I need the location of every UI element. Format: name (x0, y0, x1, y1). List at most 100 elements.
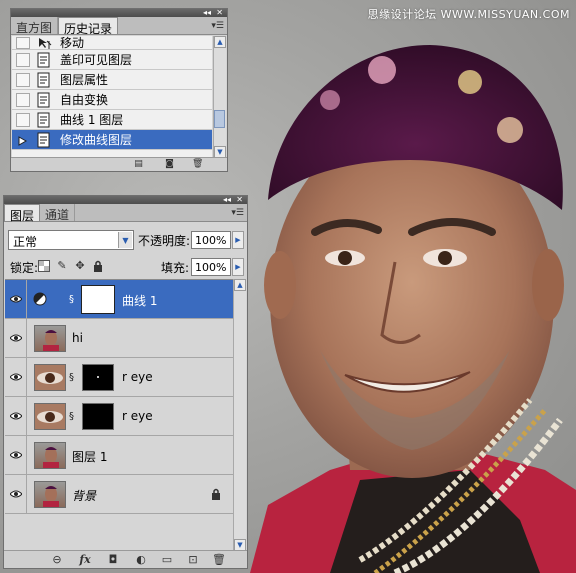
eye-icon (10, 373, 22, 381)
visibility-toggle[interactable] (5, 319, 27, 358)
layer-name[interactable]: r eye (122, 370, 153, 384)
layer-name[interactable]: hi (72, 331, 83, 345)
layer-mask-thumbnail[interactable] (82, 286, 114, 313)
document-icon (36, 132, 52, 148)
trash-icon[interactable]: 🗑 (192, 160, 203, 169)
layer-row-curves[interactable]: § 曲线 1 (5, 280, 233, 319)
lock-image-pixels-icon[interactable]: ✎ (56, 260, 68, 272)
history-list: 移动 盖印可见图层 图层属性 自由变换 曲线 1 图层 修改曲线图层 (12, 36, 212, 158)
layers-tabs: 图层 通道 ▾☰ (4, 204, 247, 223)
layer-mask-thumbnail[interactable] (82, 364, 114, 391)
opacity-arrow-icon[interactable]: ▶ (232, 231, 244, 249)
scroll-up-icon[interactable]: ▲ (234, 279, 246, 291)
collapse-icon[interactable]: ◂◂ (223, 195, 231, 204)
layers-footer: ⊖ fx ◘ ◐ ▭ ⊡ 🗑 (4, 550, 247, 568)
layer-thumbnail[interactable] (34, 325, 66, 352)
snapshot-checkbox[interactable] (16, 92, 30, 107)
snapshot-checkbox[interactable] (16, 72, 30, 87)
snapshot-checkbox[interactable] (16, 112, 30, 127)
trash-icon[interactable]: 🗑 (212, 554, 226, 566)
visibility-toggle[interactable] (5, 436, 27, 475)
scroll-up-icon[interactable]: ▲ (214, 36, 226, 48)
layer-row-r-eye[interactable]: § r eye (5, 397, 233, 436)
history-item-selected[interactable]: 修改曲线图层 (12, 130, 212, 150)
blend-controls: 正常 ▼ 不透明度: 100% ▶ (8, 230, 244, 250)
new-snapshot-icon[interactable]: ◙ (164, 160, 175, 169)
tab-history[interactable]: 历史记录 (58, 17, 119, 36)
layer-thumbnail[interactable] (34, 364, 66, 391)
layer-row-layer-1[interactable]: 图层 1 (5, 436, 233, 475)
visibility-toggle[interactable] (5, 475, 27, 514)
add-mask-icon[interactable]: ◘ (106, 554, 120, 566)
opacity-field[interactable]: 100% (191, 231, 231, 249)
link-icon[interactable]: § (69, 411, 75, 423)
layer-name[interactable]: 图层 1 (72, 448, 107, 465)
new-layer-icon[interactable]: ⊡ (186, 554, 200, 566)
history-item[interactable]: 曲线 1 图层 (12, 110, 212, 130)
blend-mode-select[interactable]: 正常 ▼ (8, 230, 134, 250)
scroll-thumb[interactable] (214, 110, 225, 128)
tab-layers[interactable]: 图层 (4, 204, 41, 223)
curves-adjustment-icon[interactable] (33, 292, 47, 306)
lock-position-icon[interactable]: ✥ (74, 260, 86, 272)
tab-histogram[interactable]: 直方图 (11, 17, 59, 35)
fill-arrow-icon[interactable]: ▶ (232, 258, 244, 276)
collapse-icon[interactable]: ◂◂ (203, 8, 211, 17)
snapshot-checkbox[interactable] (16, 52, 30, 67)
visibility-toggle[interactable] (5, 397, 27, 436)
eye-icon (10, 451, 22, 459)
fill-field[interactable]: 100% (191, 258, 231, 276)
close-icon[interactable]: ✕ (216, 8, 223, 17)
layer-thumbnail[interactable] (34, 442, 66, 469)
lock-transparent-pixels-icon[interactable] (38, 260, 50, 272)
history-item-label: 修改曲线图层 (60, 133, 133, 147)
layer-name[interactable]: 曲线 1 (122, 292, 157, 309)
layer-row-background[interactable]: 背景 (5, 475, 233, 514)
new-adjustment-layer-icon[interactable]: ◐ (134, 554, 148, 566)
history-item[interactable]: 自由变换 (12, 90, 212, 110)
eye-icon (10, 412, 22, 420)
eye-icon (10, 295, 22, 303)
lock-icon (212, 488, 220, 500)
history-item[interactable]: 图层属性 (12, 70, 212, 90)
snapshot-checkbox[interactable] (16, 36, 30, 49)
history-item-label: 移动 (60, 36, 85, 50)
link-icon[interactable]: § (69, 372, 75, 384)
layers-panel: ◂◂ ✕ 图层 通道 ▾☰ 正常 ▼ 不透明度: 100% ▶ 锁定: ✎ ✥ … (3, 195, 248, 569)
layer-thumbnail[interactable] (34, 403, 66, 430)
layers-scrollbar[interactable]: ▲ ▼ (233, 279, 246, 551)
close-icon[interactable]: ✕ (236, 195, 243, 204)
visibility-toggle[interactable] (5, 280, 27, 319)
tab-channels[interactable]: 通道 (40, 204, 76, 222)
history-item-label: 盖印可见图层 (60, 53, 133, 67)
layer-mask-thumbnail[interactable] (82, 403, 114, 430)
history-tabs: 直方图 历史记录 ▾☰ (11, 17, 227, 36)
lock-all-icon[interactable] (92, 260, 104, 272)
history-item[interactable]: 移动 (12, 36, 212, 50)
layer-row-hi[interactable]: hi (5, 319, 233, 358)
chevron-down-icon[interactable]: ▼ (118, 232, 132, 248)
panel-menu-icon[interactable]: ▾☰ (231, 208, 244, 218)
fill-label: 填充: (161, 261, 190, 275)
history-item-label: 曲线 1 图层 (60, 113, 124, 127)
history-scrollbar[interactable]: ▲ ▼ (213, 36, 226, 158)
panel-titlebar[interactable]: ◂◂ ✕ (4, 195, 247, 204)
blend-mode-value: 正常 (13, 235, 38, 249)
history-item-label: 自由变换 (60, 93, 109, 107)
layer-row-r-eye[interactable]: § r eye (5, 358, 233, 397)
eye-icon (10, 490, 22, 498)
new-group-icon[interactable]: ▭ (160, 554, 174, 566)
history-state-marker-icon[interactable] (16, 133, 30, 147)
link-layers-icon[interactable]: ⊖ (50, 554, 64, 566)
visibility-toggle[interactable] (5, 358, 27, 397)
history-item[interactable]: 盖印可见图层 (12, 50, 212, 70)
opacity-label: 不透明度: (138, 234, 191, 248)
layer-thumbnail[interactable] (34, 481, 66, 508)
link-icon[interactable]: § (69, 294, 75, 306)
layer-name[interactable]: 背景 (72, 487, 96, 504)
layer-name[interactable]: r eye (122, 409, 153, 423)
panel-titlebar[interactable]: ◂◂ ✕ (11, 8, 227, 17)
new-document-from-state-icon[interactable]: ▤ (133, 160, 144, 169)
panel-menu-icon[interactable]: ▾☰ (211, 21, 224, 31)
layer-style-icon[interactable]: fx (78, 554, 92, 566)
